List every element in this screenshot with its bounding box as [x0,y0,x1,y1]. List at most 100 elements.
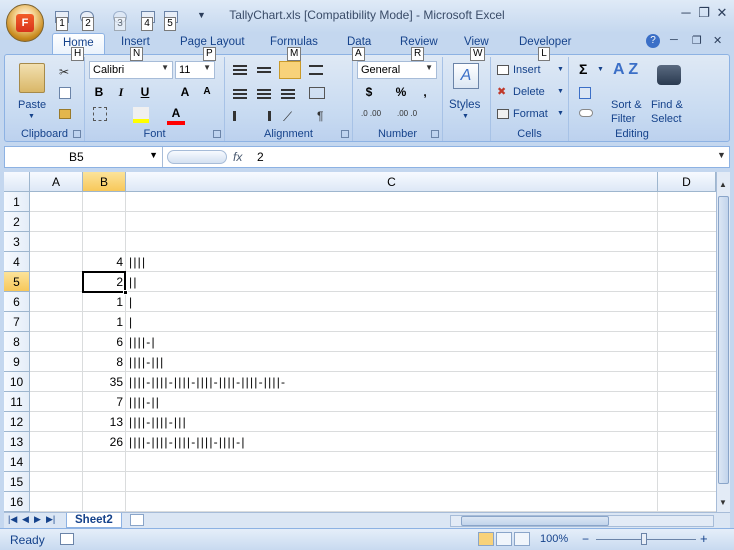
cell-b7[interactable]: 1 [83,312,125,332]
first-sheet-icon[interactable]: |◀ [8,514,17,525]
cut-icon[interactable]: ✂ [59,65,69,79]
cell-b12[interactable]: 13 [83,412,125,432]
macro-record-icon[interactable] [60,533,74,545]
binoculars-icon[interactable] [657,65,681,85]
decrease-indent-icon[interactable] [233,111,247,121]
format-dropdown-icon[interactable]: ▼ [557,110,564,117]
fill-color-icon[interactable] [133,107,149,123]
orientation-icon[interactable]: ⟋ [283,109,292,125]
help-icon[interactable]: ? [646,34,660,48]
minimize-button[interactable]: ─ [678,5,694,20]
align-center-icon[interactable] [257,89,271,91]
active-cell-border[interactable] [82,271,128,295]
autosum-button[interactable]: Σ [579,61,587,77]
italic-button[interactable]: I [111,83,131,101]
qat-customize-icon[interactable]: ▼ [197,10,206,20]
sort-filter-button[interactable]: Sort & [611,99,642,111]
number-launcher-icon[interactable] [431,130,439,138]
paste-button[interactable]: Paste [18,99,46,111]
cell-c6[interactable]: | [129,292,133,312]
delete-dropdown-icon[interactable]: ▼ [557,88,564,95]
row-header[interactable]: 9 [4,352,30,372]
clipboard-launcher-icon[interactable] [73,130,81,138]
styles-dropdown-icon[interactable]: ▼ [462,113,469,120]
workbook-restore-button[interactable]: ❐ [692,34,702,47]
row-header[interactable]: 2 [4,212,30,232]
borders-icon[interactable] [93,107,107,121]
font-launcher-icon[interactable] [213,130,221,138]
cell-c7[interactable]: | [129,312,133,332]
wrap-text-icon[interactable] [309,65,323,75]
cell-c5[interactable]: || [129,272,138,292]
page-layout-view-button[interactable] [496,532,512,546]
scroll-up-icon[interactable]: ▲ [717,180,729,189]
cell-b4[interactable]: 4 [83,252,125,272]
increase-decimal-icon[interactable]: .0 .00 [361,109,381,118]
next-sheet-icon[interactable]: ▶ [34,514,41,525]
paste-icon[interactable] [19,63,45,93]
sort-filter-label-2[interactable]: Filter [611,113,635,125]
cell-c4[interactable]: |||| [129,252,146,272]
increase-indent-icon[interactable] [257,111,271,121]
prev-sheet-icon[interactable]: ◀ [22,514,29,525]
normal-view-button[interactable] [478,532,494,546]
sort-filter-icon[interactable]: A Z [613,61,638,79]
cell-b11[interactable]: 7 [83,392,125,412]
copy-icon[interactable] [59,87,71,99]
sheet-tab-sheet2[interactable]: Sheet2 [66,513,122,528]
align-bottom-icon[interactable] [279,61,301,79]
clear-icon[interactable] [579,109,593,117]
row-header[interactable]: 10 [4,372,30,392]
formula-input[interactable]: 2 [257,150,264,164]
underline-button[interactable]: U [135,83,155,101]
row-header[interactable]: 12 [4,412,30,432]
cell-b13[interactable]: 26 [83,432,125,452]
decrease-decimal-icon[interactable]: .00 .0 [397,109,417,118]
cell-c9[interactable]: ||||-||| [129,352,164,372]
zoom-in-button[interactable]: + [700,531,708,546]
column-header-d[interactable]: D [658,172,716,192]
row-header[interactable]: 3 [4,232,30,252]
align-right-icon[interactable] [281,89,295,91]
zoom-slider-thumb[interactable] [641,533,647,545]
cell-c12[interactable]: ||||-||||-||| [129,412,187,432]
insert-dropdown-icon[interactable]: ▼ [557,66,564,73]
format-cells-button[interactable]: Format [513,108,548,120]
page-break-view-button[interactable] [514,532,530,546]
scroll-down-icon[interactable]: ▼ [717,498,729,507]
row-header[interactable]: 7 [4,312,30,332]
styles-button[interactable]: Styles [449,99,480,111]
cell-b8[interactable]: 6 [83,332,125,352]
percent-button[interactable]: % [391,83,411,101]
styles-icon[interactable]: A [453,63,479,89]
row-header[interactable]: 4 [4,252,30,272]
close-button[interactable]: ✕ [714,5,730,21]
align-middle-icon[interactable] [257,67,271,69]
cell-c13[interactable]: ||||-||||-||||-||||-||||-| [129,432,246,452]
row-header[interactable]: 8 [4,332,30,352]
row-header[interactable]: 14 [4,452,30,472]
format-painter-icon[interactable] [59,109,71,119]
bold-button[interactable]: B [89,83,109,101]
alignment-launcher-icon[interactable] [341,130,349,138]
font-size-combo[interactable]: 11 ▼ [175,61,215,79]
row-header[interactable]: 1 [4,192,30,212]
last-sheet-icon[interactable]: ▶| [46,514,55,525]
cell-b6[interactable]: 1 [83,292,125,312]
delete-cells-icon[interactable]: ✖ [497,85,506,98]
align-top-icon[interactable] [233,65,247,67]
format-cells-icon[interactable] [497,109,509,119]
comma-button[interactable]: , [415,83,435,101]
row-header[interactable]: 15 [4,472,30,492]
workbook-close-button[interactable]: ✕ [713,34,722,47]
office-button[interactable]: F [6,4,44,42]
vertical-scroll-thumb[interactable] [718,196,729,484]
fill-icon[interactable] [579,87,591,99]
cell-c10[interactable]: ||||-||||-||||-||||-||||-||||-||||- [129,372,286,392]
autosum-dropdown-icon[interactable]: ▼ [597,66,604,73]
text-direction-icon[interactable]: ¶ [317,109,323,123]
insert-cells-icon[interactable] [497,65,509,75]
fill-handle[interactable] [123,290,128,295]
zoom-out-button[interactable]: − [582,532,589,546]
cell-b9[interactable]: 8 [83,352,125,372]
